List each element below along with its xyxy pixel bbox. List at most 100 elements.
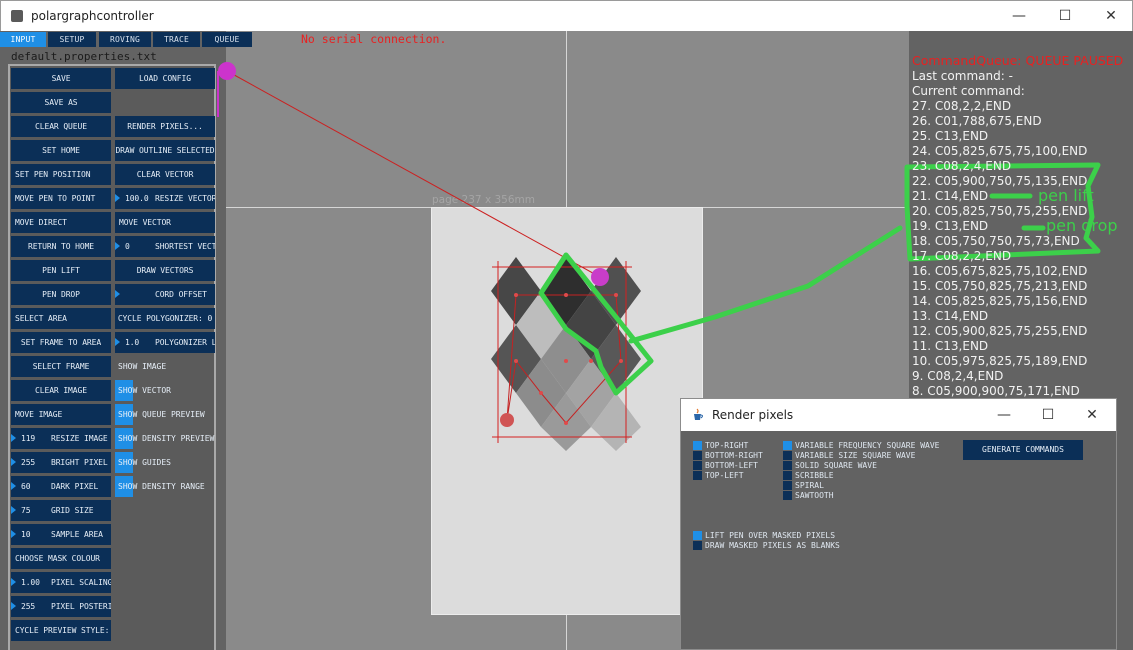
queue-item[interactable]: 17. C08,2,2,END (912, 249, 1087, 264)
draw-outline-selected-button[interactable]: DRAW OUTLINE SELECTED (115, 140, 215, 161)
queue-item[interactable]: 9. C08,2,4,END (912, 369, 1087, 384)
save-as-button[interactable]: SAVE AS (11, 92, 111, 113)
save-button[interactable]: SAVE (11, 68, 111, 89)
corner-top-right-radio[interactable]: TOP-RIGHT (693, 441, 748, 451)
dialog-close-icon[interactable]: ✕ (1070, 399, 1114, 431)
window-title: polargraphcontroller (31, 9, 154, 23)
queue-item[interactable]: 18. C05,750,750,75,73,END (912, 234, 1087, 249)
set-frame-to-area-button[interactable]: SET FRAME TO AREA (11, 332, 111, 353)
pixel-posterize-control[interactable]: 255 PIXEL POSTERIZE (11, 596, 111, 617)
queue-item[interactable]: 19. C13,END (912, 219, 1087, 234)
resize-image-control[interactable]: 119 RESIZE IMAGE (11, 428, 111, 449)
cord-offset-control[interactable]: CORD OFFSET (115, 284, 215, 305)
sample-area-control[interactable]: 10 SAMPLE AREA (11, 524, 111, 545)
radio-indicator (783, 451, 792, 460)
queue-title: CommandQueue: QUEUE PAUSED (912, 53, 1124, 68)
tab-roving[interactable]: ROVING (99, 32, 151, 47)
dialog-minimize-icon[interactable]: — (982, 399, 1026, 431)
show-vector-toggle[interactable]: SHOW VECTOR (115, 380, 215, 401)
style-scribble-radio[interactable]: SCRIBBLE (783, 471, 834, 481)
queue-item[interactable]: 22. C05,900,750,75,135,END (912, 174, 1087, 189)
dark-pixel-control[interactable]: 60 DARK PIXEL (11, 476, 111, 497)
shortest-vector-control[interactable]: 0 SHORTEST VECTOR (115, 236, 215, 257)
queue-item[interactable]: 8. C05,900,900,75,171,END (912, 384, 1087, 399)
queue-item[interactable]: 12. C05,900,825,75,255,END (912, 324, 1087, 339)
corner-top-left-radio[interactable]: TOP-LEFT (693, 471, 744, 481)
select-area-button[interactable]: SELECT AREA (11, 308, 111, 329)
lift-pen-over-masked-checkbox[interactable]: LIFT PEN OVER MASKED PIXELS (693, 531, 835, 541)
pixel-posterize-value: 255 (21, 602, 36, 611)
set-pen-position-button[interactable]: SET PEN POSITION (11, 164, 111, 185)
resize-vector-label: RESIZE VECTOR (155, 194, 215, 203)
queue-item[interactable]: 23. C08,2,4,END (912, 159, 1087, 174)
move-image-button[interactable]: MOVE IMAGE (11, 404, 111, 425)
tab-queue[interactable]: QUEUE (202, 32, 252, 47)
draw-vectors-button[interactable]: DRAW VECTORS (115, 260, 215, 281)
pen-position-marker[interactable] (591, 268, 609, 286)
show-image-toggle[interactable]: SHOW IMAGE (115, 356, 215, 377)
value-arrow-icon (115, 194, 120, 202)
resize-vector-control[interactable]: 100.0 RESIZE VECTOR (115, 188, 215, 209)
resize-image-label: RESIZE IMAGE (51, 434, 108, 443)
maximize-icon[interactable]: ☐ (1042, 1, 1088, 32)
style-variable-frequency-radio[interactable]: VARIABLE FREQUENCY SQUARE WAVE (783, 441, 940, 451)
corner-option-label: TOP-LEFT (705, 471, 744, 480)
draw-masked-as-blanks-checkbox[interactable]: DRAW MASKED PIXELS AS BLANKS (693, 541, 840, 551)
show-queue-preview-label: SHOW QUEUE PREVIEW (118, 410, 205, 419)
show-density-range-toggle[interactable]: SHOW DENSITY RANGE (115, 476, 215, 497)
dialog-maximize-icon[interactable]: ☐ (1026, 399, 1070, 431)
style-variable-size-radio[interactable]: VARIABLE SIZE SQUARE WAVE (783, 451, 915, 461)
value-arrow-icon (11, 458, 16, 466)
select-frame-button[interactable]: SELECT FRAME (11, 356, 111, 377)
pen-drop-button[interactable]: PEN DROP (11, 284, 111, 305)
queue-item[interactable]: 11. C13,END (912, 339, 1087, 354)
style-solid-square-radio[interactable]: SOLID SQUARE WAVE (783, 461, 877, 471)
move-direct-button[interactable]: MOVE DIRECT (11, 212, 111, 233)
bright-pixel-control[interactable]: 255 BRIGHT PIXEL (11, 452, 111, 473)
set-home-button[interactable]: SET HOME (11, 140, 111, 161)
checkbox-indicator (693, 541, 702, 550)
queue-item[interactable]: 15. C05,750,825,75,213,END (912, 279, 1087, 294)
cycle-polygonizer-button[interactable]: CYCLE POLYGONIZER: 0 (115, 308, 215, 329)
pen-lift-button[interactable]: PEN LIFT (11, 260, 111, 281)
queue-item[interactable]: 27. C08,2,2,END (912, 99, 1087, 114)
generate-commands-button[interactable]: GENERATE COMMANDS (963, 440, 1083, 460)
move-vector-button[interactable]: MOVE VECTOR (115, 212, 215, 233)
tab-input[interactable]: INPUT (0, 32, 46, 47)
grid-size-value: 75 (21, 506, 31, 515)
grid-size-control[interactable]: 75 GRID SIZE (11, 500, 111, 521)
show-guides-toggle[interactable]: SHOW GUIDES (115, 452, 215, 473)
queue-list[interactable]: 27. C08,2,2,END 26. C01,788,675,END 25. … (912, 99, 1087, 399)
show-density-preview-toggle[interactable]: SHOW DENSITY PREVIEW (115, 428, 215, 449)
cycle-preview-style-button[interactable]: CYCLE PREVIEW STYLE: 1 (11, 620, 111, 641)
load-config-button[interactable]: LOAD CONFIG (115, 68, 215, 89)
choose-mask-colour-button[interactable]: CHOOSE MASK COLOUR (11, 548, 111, 569)
queue-item[interactable]: 24. C05,825,675,75,100,END (912, 144, 1087, 159)
tab-setup[interactable]: SETUP (48, 32, 96, 47)
polygonizer-length-control[interactable]: 1.0 POLYGONIZER LENGTH (115, 332, 215, 353)
return-to-home-button[interactable]: RETURN TO HOME (11, 236, 111, 257)
show-queue-preview-toggle[interactable]: SHOW QUEUE PREVIEW (115, 404, 215, 425)
queue-item[interactable]: 20. C05,825,750,75,255,END (912, 204, 1087, 219)
queue-item[interactable]: 13. C14,END (912, 309, 1087, 324)
minimize-icon[interactable]: — (996, 1, 1042, 32)
style-sawtooth-radio[interactable]: SAWTOOTH (783, 491, 834, 501)
clear-queue-button[interactable]: CLEAR QUEUE (11, 116, 111, 137)
pixel-scaling-control[interactable]: 1.00 PIXEL SCALING (11, 572, 111, 593)
move-pen-to-point-button[interactable]: MOVE PEN TO POINT (11, 188, 111, 209)
queue-item[interactable]: 26. C01,788,675,END (912, 114, 1087, 129)
close-icon[interactable]: ✕ (1088, 1, 1133, 32)
queue-item[interactable]: 25. C13,END (912, 129, 1087, 144)
corner-bottom-left-radio[interactable]: BOTTOM-LEFT (693, 461, 758, 471)
style-spiral-radio[interactable]: SPIRAL (783, 481, 824, 491)
tab-trace[interactable]: TRACE (153, 32, 200, 47)
queue-item[interactable]: 10. C05,975,825,75,189,END (912, 354, 1087, 369)
corner-bottom-right-radio[interactable]: BOTTOM-RIGHT (693, 451, 763, 461)
queue-item[interactable]: 14. C05,825,825,75,156,END (912, 294, 1087, 309)
clear-vector-button[interactable]: CLEAR VECTOR (115, 164, 215, 185)
queue-item[interactable]: 21. C14,END (912, 189, 1087, 204)
motor-left-marker[interactable] (218, 62, 236, 80)
clear-image-button[interactable]: CLEAR IMAGE (11, 380, 111, 401)
queue-item[interactable]: 16. C05,675,825,75,102,END (912, 264, 1087, 279)
render-pixels-button[interactable]: RENDER PIXELS... (115, 116, 215, 137)
